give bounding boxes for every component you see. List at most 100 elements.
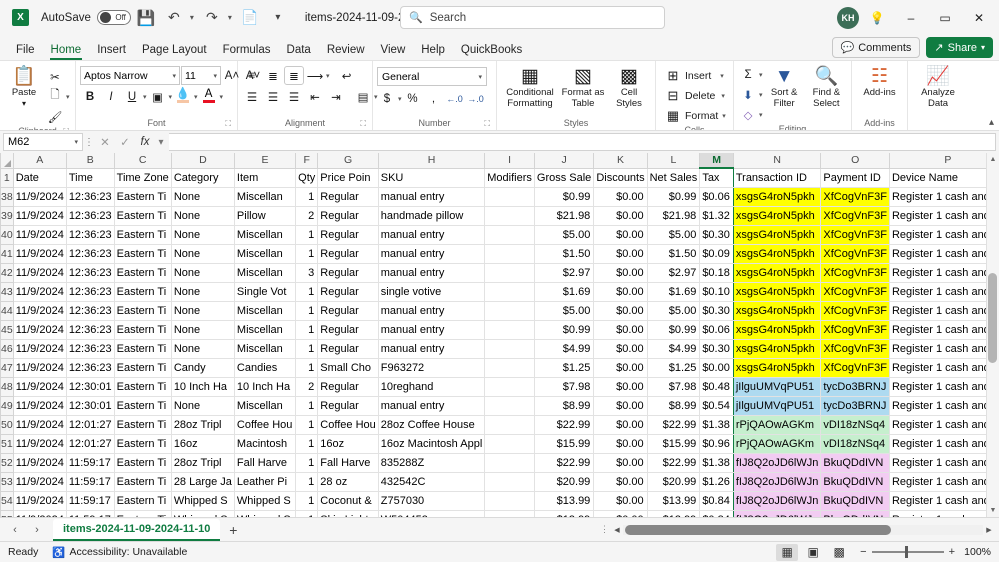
cell-F40[interactable]: 1 [295, 224, 319, 245]
cell-N44[interactable]: xsgsG4roN5pkh [732, 300, 822, 321]
cell-F53[interactable]: 1 [295, 471, 319, 492]
cell-N53[interactable]: fIJ8Q2oJD6lWJn [732, 471, 822, 492]
cell-P41[interactable]: Register 1 cash and cc [888, 243, 999, 264]
column-header-d[interactable]: D [170, 153, 235, 169]
cell-K53[interactable]: $0.00 [593, 471, 648, 492]
format-dropdown-icon[interactable]: ▾ [722, 112, 726, 120]
cell-B52[interactable]: 11:59:17 [65, 452, 115, 473]
cell-O50[interactable]: vDI18zNSq4 [820, 414, 890, 435]
cell-A1[interactable]: Date [12, 167, 67, 188]
paste-dropdown-icon[interactable]: ▾ [22, 99, 26, 108]
cell-I42[interactable] [484, 262, 535, 283]
cell-D40[interactable]: None [170, 224, 235, 245]
table-row[interactable]: 42 11/9/2024 12:36:23 Eastern Ti None Miscell… [0, 262, 999, 283]
cell-K52[interactable]: $0.00 [593, 452, 648, 473]
cell-K51[interactable]: $0.00 [593, 433, 648, 454]
undo-icon[interactable]: ↶ [161, 5, 187, 31]
cell-styles-button[interactable]: ▩ Cell Styles [608, 65, 650, 112]
cell-B46[interactable]: 12:36:23 [65, 338, 115, 359]
clipboard-dialog-launcher-icon[interactable]: ⛶ [63, 127, 69, 130]
cell-K41[interactable]: $0.00 [593, 243, 648, 264]
cell-B45[interactable]: 12:36:23 [65, 319, 115, 340]
cell-K43[interactable]: $0.00 [593, 281, 648, 302]
cell-H43[interactable]: single votive [377, 281, 486, 302]
tab-page-layout[interactable]: Page Layout [134, 41, 215, 60]
cell-A55[interactable]: 11/9/2024 [12, 509, 67, 517]
cell-E48[interactable]: 10 Inch Ha [233, 376, 297, 397]
cell-M41[interactable]: $0.09 [699, 243, 734, 264]
horizontal-scrollbar[interactable]: ⋮ ◀ ▶ [600, 523, 995, 537]
cell-A41[interactable]: 11/9/2024 [12, 243, 67, 264]
cell-J44[interactable]: $5.00 [533, 300, 595, 321]
row-header-43[interactable]: 43 [0, 281, 14, 302]
cell-K55[interactable]: $0.00 [593, 509, 648, 517]
cell-G51[interactable]: 16oz [317, 433, 379, 454]
cell-J53[interactable]: $20.99 [533, 471, 595, 492]
cell-M49[interactable]: $0.54 [699, 395, 734, 416]
cell-G42[interactable]: Regular [317, 262, 379, 283]
cell-E52[interactable]: Fall Harve [233, 452, 297, 473]
borders-icon[interactable]: ▣ [148, 87, 168, 106]
comma-format-button[interactable]: , [424, 89, 444, 108]
cell-F44[interactable]: 1 [295, 300, 319, 321]
autosum-dropdown-icon[interactable]: ▾ [759, 71, 763, 79]
tab-quickbooks[interactable]: QuickBooks [453, 41, 530, 60]
cell-G46[interactable]: Regular [317, 338, 379, 359]
font-color-icon[interactable]: A [199, 87, 219, 106]
cell-K46[interactable]: $0.00 [593, 338, 648, 359]
font-color-dropdown-icon[interactable]: ▾ [220, 93, 224, 101]
cell-L47[interactable]: $1.25 [646, 357, 701, 378]
cell-I48[interactable] [484, 376, 535, 397]
cell-D55[interactable]: Whipped S [170, 509, 235, 517]
cell-N42[interactable]: xsgsG4roN5pkh [732, 262, 822, 283]
cell-I52[interactable] [484, 452, 535, 473]
tab-data[interactable]: Data [279, 41, 319, 60]
cell-J43[interactable]: $1.69 [533, 281, 595, 302]
cell-E39[interactable]: Pillow [233, 205, 297, 226]
copy-icon[interactable]: 🗋 [45, 87, 65, 106]
cell-E47[interactable]: Candies [233, 357, 297, 378]
row-header-50[interactable]: 50 [0, 414, 14, 435]
cell-I41[interactable] [484, 243, 535, 264]
cell-G49[interactable]: Regular [317, 395, 379, 416]
cell-L40[interactable]: $5.00 [646, 224, 701, 245]
page-break-preview-icon[interactable]: ▩ [828, 544, 850, 561]
cell-E51[interactable]: Macintosh [233, 433, 297, 454]
insert-function-icon[interactable]: fx [135, 133, 155, 151]
cell-O45[interactable]: XfCogVnF3F [820, 319, 890, 340]
cell-F42[interactable]: 3 [295, 262, 319, 283]
cell-D44[interactable]: None [170, 300, 235, 321]
cell-B42[interactable]: 12:36:23 [65, 262, 115, 283]
cell-H38[interactable]: manual entry [377, 186, 486, 207]
cell-A47[interactable]: 11/9/2024 [12, 357, 67, 378]
column-header-j[interactable]: J [533, 153, 595, 169]
row-header-49[interactable]: 49 [0, 395, 14, 416]
cell-B51[interactable]: 12:01:27 [65, 433, 115, 454]
cell-I1[interactable]: Modifiers [484, 167, 535, 188]
cell-I45[interactable] [484, 319, 535, 340]
row-header-44[interactable]: 44 [0, 300, 14, 321]
cell-M47[interactable]: $0.00 [699, 357, 734, 378]
cell-C1[interactable]: Time Zone [113, 167, 172, 188]
cell-N43[interactable]: xsgsG4roN5pkh [732, 281, 822, 302]
row-header-51[interactable]: 51 [0, 433, 14, 454]
cell-G40[interactable]: Regular [317, 224, 379, 245]
cell-P39[interactable]: Register 1 cash and cc [888, 205, 999, 226]
cell-G52[interactable]: Fall Harve [317, 452, 379, 473]
cell-H41[interactable]: manual entry [377, 243, 486, 264]
cell-H46[interactable]: manual entry [377, 338, 486, 359]
middle-align-icon[interactable]: ≣ [263, 66, 283, 85]
cell-I53[interactable] [484, 471, 535, 492]
cell-L42[interactable]: $2.97 [646, 262, 701, 283]
cell-O48[interactable]: tycDo3BRNJ [820, 376, 890, 397]
decrease-indent-icon[interactable]: ⇤ [305, 87, 325, 106]
cell-K48[interactable]: $0.00 [593, 376, 648, 397]
column-header-n[interactable]: N [732, 153, 822, 169]
add-ins-button[interactable]: ☷ Add-ins [857, 65, 903, 101]
cell-O54[interactable]: BkuQDdIVN [820, 490, 890, 511]
vertical-scrollbar[interactable]: ▲ ▼ [986, 153, 999, 517]
alignment-dialog-launcher-icon[interactable]: ⛶ [360, 119, 366, 129]
cell-B41[interactable]: 12:36:23 [65, 243, 115, 264]
table-row[interactable]: 1 Date Time Time Zone Category Item Qty Price P… [0, 167, 999, 188]
row-header-46[interactable]: 46 [0, 338, 14, 359]
